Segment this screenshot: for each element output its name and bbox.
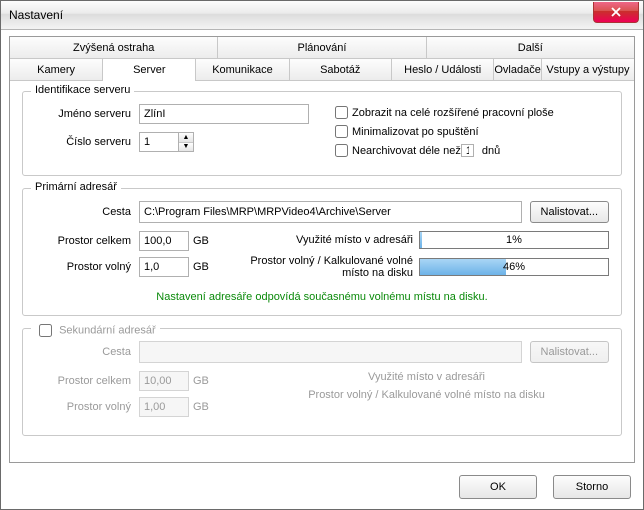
tab-label: Ovladače [494, 64, 540, 76]
minimize-label: Minimalizovat po spuštění [352, 126, 479, 138]
close-icon [610, 7, 622, 17]
noarchive-checkbox[interactable] [335, 144, 348, 157]
primary-freecalc-bar: 46% [419, 258, 609, 276]
primary-free-input[interactable] [139, 257, 189, 277]
primary-used-label: Využité místo v adresáři [250, 234, 413, 246]
legend-secondary: Sekundární adresář [31, 321, 160, 340]
spinner-buttons[interactable]: ▲ ▼ [179, 132, 194, 152]
minimize-checkbox[interactable] [335, 125, 348, 138]
tab-sabotaz[interactable]: Sabotáž [290, 59, 392, 80]
secondary-free-input [139, 397, 189, 417]
close-button[interactable] [593, 2, 639, 23]
secondary-legend-label: Sekundární adresář [59, 324, 156, 336]
secondary-used-label: Využité místo v adresáři [250, 371, 603, 383]
settings-window: Nastavení Zvýšená ostraha Plánování Dalš… [0, 0, 644, 510]
chevron-up-icon[interactable]: ▲ [179, 133, 193, 143]
primary-path-input[interactable] [139, 201, 522, 223]
tab-label: Komunikace [212, 64, 273, 76]
tab-server[interactable]: Server [103, 59, 196, 80]
unit-gb: GB [193, 375, 209, 387]
tab-vstupy-vystupy[interactable]: Vstupy a výstupy [542, 59, 634, 80]
noarchive-unit: dnů [482, 145, 500, 157]
server-name-input[interactable] [139, 104, 309, 124]
fieldset-secondary: Sekundární adresář Cesta Nalistovat... P… [22, 328, 622, 436]
server-number-input[interactable] [139, 132, 179, 152]
secondary-enable-checkbox[interactable] [39, 324, 52, 337]
bar-fill [420, 232, 422, 248]
fieldset-primary: Primární adresář Cesta Nalistovat... Pro… [22, 188, 622, 316]
secondary-path-label: Cesta [35, 346, 139, 358]
primary-freecalc-label: Prostor volný / Kalkulované volné místo … [250, 255, 413, 279]
client-area: Zvýšená ostraha Plánování Další Kamery S… [1, 30, 643, 509]
tab-label: Kamery [37, 64, 75, 76]
server-number-spinner[interactable]: ▲ ▼ [139, 132, 194, 152]
unit-gb: GB [193, 235, 209, 247]
tab-kamery[interactable]: Kamery [10, 59, 103, 80]
primary-browse-button[interactable]: Nalistovat... [530, 201, 609, 223]
primary-total-input[interactable] [139, 231, 189, 251]
legend-primary: Primární adresář [31, 181, 121, 193]
unit-gb: GB [193, 261, 209, 273]
primary-used-bar: 1% [419, 231, 609, 249]
server-name-label: Jméno serveru [35, 108, 139, 120]
tab-zvysena-ostraha[interactable]: Zvýšená ostraha [10, 37, 218, 58]
secondary-path-input [139, 341, 522, 363]
primary-status-message: Nastavení adresáře odpovídá současnému v… [35, 291, 609, 303]
tab-komunikace[interactable]: Komunikace [196, 59, 289, 80]
tab-label: Server [133, 64, 165, 76]
tab-label: Sabotáž [320, 64, 360, 76]
cancel-button[interactable]: Storno [553, 475, 631, 499]
unit-gb: GB [193, 401, 209, 413]
tab-planovani[interactable]: Plánování [218, 37, 426, 58]
tab-heslo-udalosti[interactable]: Heslo / Události [392, 59, 494, 80]
bar-fill [420, 259, 506, 275]
secondary-free-label: Prostor volný [35, 401, 139, 413]
secondary-browse-button: Nalistovat... [530, 341, 609, 363]
tab-label: Heslo / Události [404, 64, 481, 76]
secondary-total-label: Prostor celkem [35, 375, 139, 387]
tab-label: Zvýšená ostraha [73, 42, 154, 54]
noarchive-days-input[interactable] [461, 144, 474, 157]
tab-label: Plánování [298, 42, 347, 54]
primary-path-label: Cesta [35, 206, 139, 218]
server-number-label: Číslo serveru [35, 136, 139, 148]
tab-row-bottom: Kamery Server Komunikace Sabotáž Heslo /… [10, 58, 634, 80]
noarchive-label: Nearchivovat déle než [352, 145, 461, 157]
tab-label: Další [518, 42, 543, 54]
secondary-total-input [139, 371, 189, 391]
secondary-freecalc-label: Prostor volný / Kalkulované volné místo … [250, 389, 603, 401]
titlebar: Nastavení [1, 1, 643, 30]
tab-content-server: Identifikace serveru Jméno serveru Číslo… [10, 80, 634, 462]
tab-dalsi[interactable]: Další [427, 37, 634, 58]
tab-control: Zvýšená ostraha Plánování Další Kamery S… [9, 36, 635, 463]
primary-free-label: Prostor volný [35, 261, 139, 273]
dialog-footer: OK Storno [9, 465, 635, 499]
ok-button[interactable]: OK [459, 475, 537, 499]
fieldset-identifikace: Identifikace serveru Jméno serveru Číslo… [22, 91, 622, 176]
primary-total-label: Prostor celkem [35, 235, 139, 247]
primary-used-pct: 1% [506, 234, 522, 246]
chevron-down-icon[interactable]: ▼ [179, 143, 193, 152]
window-title: Nastavení [1, 8, 63, 22]
tab-label: Vstupy a výstupy [546, 64, 629, 76]
legend-identifikace: Identifikace serveru [31, 84, 134, 96]
tab-ovladace[interactable]: Ovladače [494, 59, 541, 80]
fullscreen-checkbox[interactable] [335, 106, 348, 119]
tab-row-top: Zvýšená ostraha Plánování Další [10, 37, 634, 58]
primary-freecalc-pct: 46% [503, 261, 525, 273]
fullscreen-label: Zobrazit na celé rozšířené pracovní ploš… [352, 107, 554, 119]
